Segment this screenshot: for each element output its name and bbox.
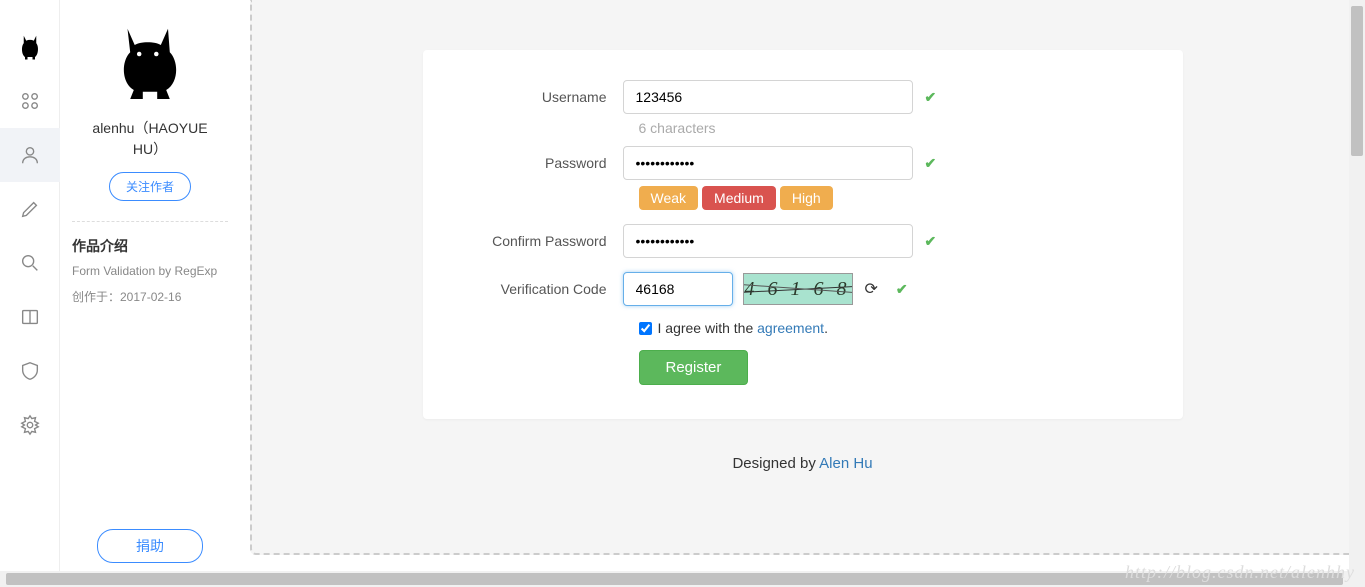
author-name: alenhu（HAOYUE HU） xyxy=(92,118,207,160)
verification-input[interactable] xyxy=(623,272,733,306)
check-icon: ✔ xyxy=(925,89,937,106)
username-input[interactable] xyxy=(623,80,913,114)
register-button[interactable]: Register xyxy=(639,350,749,385)
username-label: Username xyxy=(453,89,623,105)
created-date: 创作于：2017-02-16 xyxy=(72,288,228,305)
refresh-icon[interactable]: ⟳ xyxy=(865,279,878,299)
nav-shield-icon[interactable] xyxy=(0,344,60,398)
avatar xyxy=(105,18,195,108)
check-icon: ✔ xyxy=(925,155,937,172)
nav-settings-icon[interactable] xyxy=(0,398,60,452)
vertical-scrollbar[interactable] xyxy=(1349,0,1365,587)
agree-row: I agree with the agreement. xyxy=(639,320,1153,336)
nav-grid-icon[interactable] xyxy=(0,74,60,128)
nav-book-icon[interactable] xyxy=(0,290,60,344)
horizontal-scrollbar[interactable] xyxy=(0,571,1365,587)
strength-weak-badge: Weak xyxy=(639,186,699,210)
nav-edit-icon[interactable] xyxy=(0,182,60,236)
agree-suffix: . xyxy=(824,320,828,336)
nav-search-icon[interactable] xyxy=(0,236,60,290)
intro-title: 作品介绍 xyxy=(72,236,228,256)
confirm-password-input[interactable] xyxy=(623,224,913,258)
password-input[interactable] xyxy=(623,146,913,180)
follow-author-button[interactable]: 关注作者 xyxy=(109,172,191,201)
main-area: Username ✔ 6 characters Password ✔ Weak … xyxy=(240,0,1365,587)
check-icon: ✔ xyxy=(896,281,908,298)
divider xyxy=(72,221,228,222)
strength-high-badge: High xyxy=(780,186,833,210)
strength-medium-badge: Medium xyxy=(702,186,776,210)
verification-label: Verification Code xyxy=(453,281,623,297)
intro-desc: Form Validation by RegExp xyxy=(72,264,228,278)
password-label: Password xyxy=(453,155,623,171)
designer-link[interactable]: Alen Hu xyxy=(819,455,872,472)
agree-checkbox[interactable] xyxy=(639,322,652,335)
logo-icon[interactable] xyxy=(0,20,60,74)
donate-button[interactable]: 捐助 xyxy=(97,529,203,563)
preview-panel: Username ✔ 6 characters Password ✔ Weak … xyxy=(250,0,1355,555)
profile-column: alenhu（HAOYUE HU） 关注作者 作品介绍 Form Validat… xyxy=(60,0,240,587)
designed-by: Designed by Alen Hu xyxy=(732,455,872,472)
agree-prefix: I agree with the xyxy=(658,320,758,336)
register-form: Username ✔ 6 characters Password ✔ Weak … xyxy=(423,50,1183,419)
password-strength: Weak Medium High xyxy=(639,186,1153,210)
captcha-image[interactable]: 4 6 1 6 8 xyxy=(743,273,853,305)
icon-rail xyxy=(0,0,60,587)
username-help: 6 characters xyxy=(639,120,1153,136)
check-icon: ✔ xyxy=(925,233,937,250)
agreement-link[interactable]: agreement xyxy=(757,320,824,336)
nav-user-icon[interactable] xyxy=(0,128,60,182)
confirm-password-label: Confirm Password xyxy=(453,233,623,249)
